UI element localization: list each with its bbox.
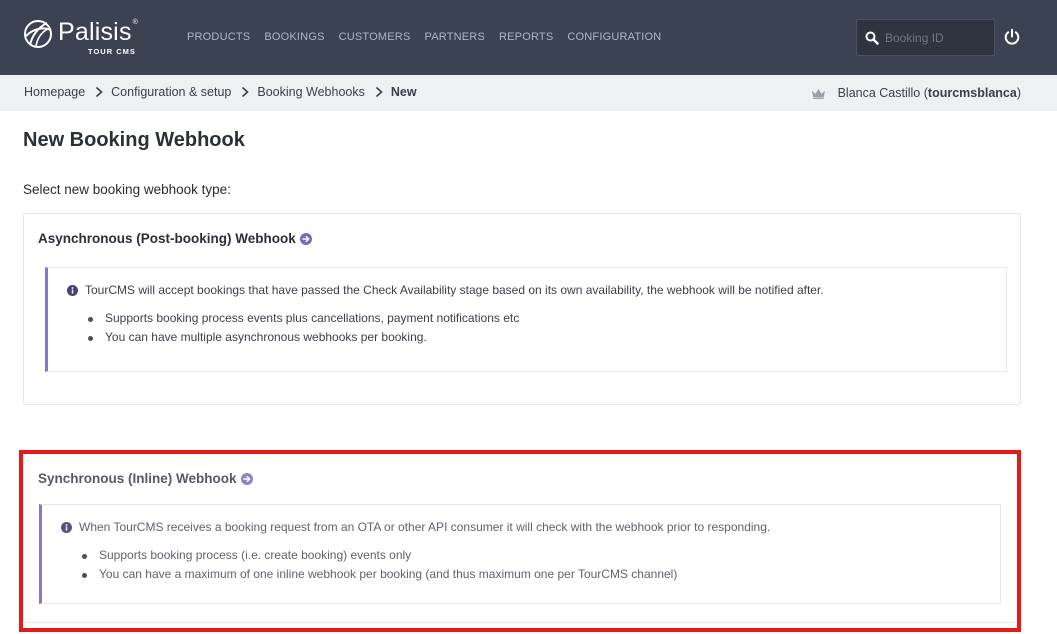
brand-tm: ® (132, 19, 139, 26)
brand-subtitle: TOUR CMS (88, 47, 136, 56)
nav-reports[interactable]: REPORTS (499, 31, 553, 43)
async-webhook-card: Asynchronous (Post-booking) Webhook Tour… (23, 213, 1021, 405)
power-icon[interactable] (1003, 28, 1021, 46)
sync-info-box: When TourCMS receives a booking request … (39, 504, 1001, 604)
list-item: You can have multiple asynchronous webho… (85, 328, 519, 347)
list-item: You can have a maximum of one inline web… (79, 565, 677, 584)
user-name-close: ) (1016, 86, 1021, 100)
async-info-box: TourCMS will accept bookings that have p… (45, 267, 1007, 372)
sync-webhook-link[interactable]: Synchronous (Inline) Webhook (38, 471, 253, 486)
brand-name: Palisis (58, 18, 132, 46)
chevron-right-icon (96, 86, 103, 98)
breadcrumb-bar: Homepage Configuration & setup Booking W… (0, 75, 1057, 111)
sync-webhook-card: Synchronous (Inline) Webhook When TourCM… (23, 453, 1021, 623)
breadcrumb-homepage[interactable]: Homepage (24, 85, 85, 99)
top-navbar: Palisis ® TOUR CMS PRODUCTS BOOKINGS CUST… (0, 0, 1057, 75)
sync-description: When TourCMS receives a booking request … (79, 520, 771, 534)
search-icon[interactable] (865, 31, 879, 45)
async-description: TourCMS will accept bookings that have p… (85, 283, 824, 297)
main-nav: PRODUCTS BOOKINGS CUSTOMERS PARTNERS REP… (187, 31, 675, 43)
chevron-right-icon (375, 86, 383, 98)
palisis-logo[interactable]: Palisis ® TOUR CMS (22, 18, 138, 56)
sync-webhook-title: Synchronous (Inline) Webhook (38, 471, 237, 486)
info-icon (67, 284, 78, 296)
page-subtitle: Select new booking webhook type: (23, 182, 231, 197)
async-webhook-link[interactable]: Asynchronous (Post-booking) Webhook (38, 231, 312, 246)
page-title: New Booking Webhook (23, 129, 245, 151)
nav-partners[interactable]: PARTNERS (425, 31, 485, 43)
breadcrumb-configuration[interactable]: Configuration & setup (111, 85, 231, 99)
info-icon (61, 521, 72, 533)
nav-configuration[interactable]: CONFIGURATION (567, 31, 661, 43)
async-feature-list: Supports booking process events plus can… (85, 309, 519, 347)
arrow-circle-right-icon (240, 472, 253, 485)
breadcrumb: Homepage Configuration & setup Booking W… (24, 85, 417, 99)
sync-feature-list: Supports booking process (i.e. create bo… (79, 546, 677, 584)
nav-bookings[interactable]: BOOKINGS (264, 31, 324, 43)
booking-id-input[interactable] (885, 30, 985, 45)
nav-products[interactable]: PRODUCTS (187, 31, 250, 43)
arrow-circle-right-icon (299, 232, 312, 245)
user-account[interactable]: Blanca Castillo (tourcmsblanca) (811, 86, 1021, 100)
crown-icon (811, 88, 825, 99)
list-item: Supports booking process events plus can… (85, 309, 519, 328)
booking-search (856, 19, 995, 56)
nav-customers[interactable]: CUSTOMERS (339, 31, 411, 43)
list-item: Supports booking process (i.e. create bo… (79, 546, 677, 565)
user-name: Blanca Castillo ( (837, 86, 928, 100)
breadcrumb-current: New (390, 85, 417, 99)
palisis-globe-icon (24, 20, 52, 48)
user-handle: tourcmsblanca (927, 86, 1017, 100)
async-webhook-title: Asynchronous (Post-booking) Webhook (38, 231, 296, 246)
breadcrumb-booking-webhooks[interactable]: Booking Webhooks (257, 85, 364, 99)
chevron-right-icon (242, 86, 250, 98)
